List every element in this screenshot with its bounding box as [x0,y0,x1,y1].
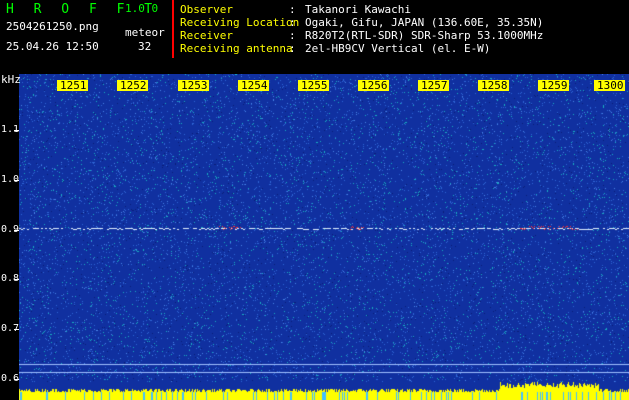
image-filename: 2504261250.png [6,20,99,33]
x-tick-1256: 1256 [360,79,389,92]
y-tick-mark [14,329,19,330]
x-tick-1258: 1258 [480,79,509,92]
antenna-colon: : [289,42,296,55]
receiver-value: R820T2(RTL-SDR) SDR-Sharp 53.1000MHz [305,29,544,42]
x-tick-1251: 1251 [59,79,88,92]
antenna-label: Receiving antenna [180,42,293,55]
capture-datetime: 25.04.26 12:50 [6,40,99,53]
y-axis-unit: kHz [1,73,21,86]
y-tick-mark [14,130,19,131]
app-version: 1.0.0 [125,2,159,15]
location-colon: : [289,16,296,29]
y-tick-mark [14,230,19,231]
location-value: Ogaki, Gifu, JAPAN (136.60E, 35.35N) [305,16,544,29]
observer-label: Observer [180,3,233,16]
spectrogram-panel [19,74,629,400]
header-panel: H R O F F T 1.0.0 2504261250.png meteor … [0,0,629,74]
x-tick-1252: 1252 [119,79,148,92]
x-tick-1255: 1255 [300,79,329,92]
meteor-count: 32 [138,40,152,53]
receiver-colon: : [289,29,296,42]
x-tick-1257: 1257 [420,79,449,92]
observer-colon: : [289,3,296,16]
y-tick-mark [14,180,19,181]
y-tick-mark [14,279,19,280]
spectrogram-canvas [19,74,629,400]
y-tick-mark [14,379,19,380]
antenna-value: 2el-HB9CV Vertical (el. E-W) [305,42,491,55]
x-tick-1254: 1254 [240,79,269,92]
header-divider [172,0,174,58]
location-label: Receiving Location [180,16,300,29]
x-tick-1300: 1300 [596,79,625,92]
x-tick-1259: 1259 [540,79,569,92]
receiver-label: Receiver [180,29,233,42]
mode-label: meteor [125,26,165,39]
x-tick-1253: 1253 [180,79,209,92]
observer-value: Takanori Kawachi [305,3,411,16]
